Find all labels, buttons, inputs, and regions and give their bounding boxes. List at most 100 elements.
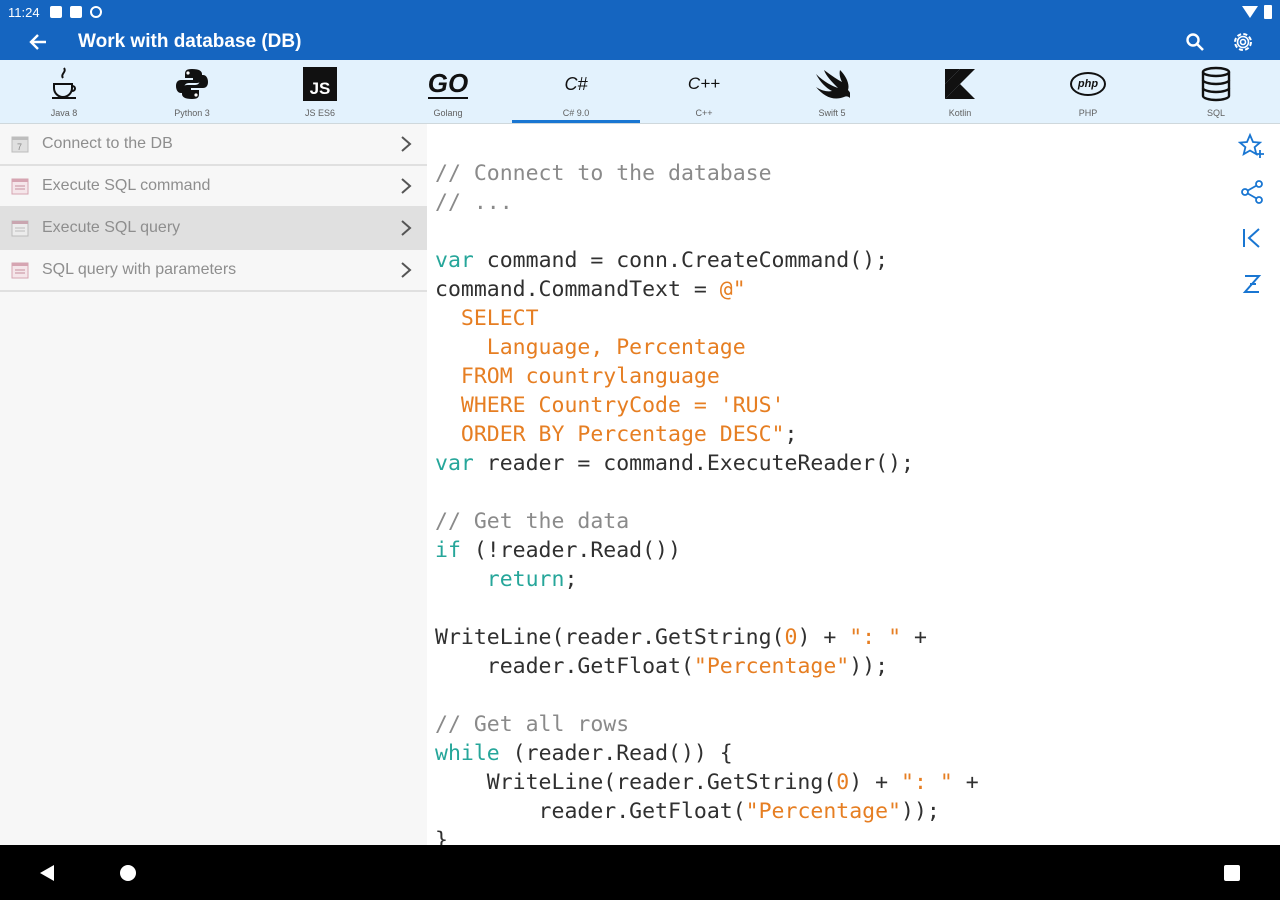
chevron-right-icon <box>395 259 417 281</box>
topic-label: Connect to the DB <box>42 135 173 152</box>
status-bar: 11:24 <box>0 0 1280 24</box>
cpp-logo-icon: C++ <box>687 74 721 93</box>
python-logo-icon <box>172 64 212 104</box>
chevron-right-icon <box>395 175 417 197</box>
sort-button[interactable] <box>1236 268 1268 300</box>
code-text: reader.GetFloat( <box>435 799 746 824</box>
tab-python[interactable]: Python 3 <box>128 60 256 123</box>
php-logo-icon: php <box>1068 64 1108 104</box>
wifi-icon <box>1242 6 1258 18</box>
topic-item-connect[interactable]: 7 Connect to the DB <box>0 124 427 166</box>
favorite-button[interactable] <box>1236 130 1268 162</box>
code-text: reader = command.ExecuteReader(); <box>473 451 914 476</box>
code-comment: // Get all rows <box>435 712 630 737</box>
tab-label: Kotlin <box>948 108 972 118</box>
tab-kotlin[interactable]: Kotlin <box>896 60 1024 123</box>
language-tabs: Java 8 Python 3 JS JS ES6 GO Golang C# C… <box>0 60 1280 124</box>
code-string: "Percentage" <box>693 654 850 679</box>
search-icon <box>1186 33 1204 51</box>
code-line: var command = conn.CreateCommand(); <box>435 246 1225 275</box>
sd-card-icon <box>69 6 82 18</box>
topic-label: Execute SQL query <box>42 219 181 236</box>
code-text: command.CommandText = <box>435 277 720 302</box>
tab-label: C++ <box>695 108 713 118</box>
chevron-right-icon <box>395 217 417 239</box>
code-string: ORDER BY Percentage DESC" <box>435 422 785 447</box>
code-line: FROM countrylanguage <box>435 362 1225 391</box>
calendar-icon <box>10 176 30 196</box>
nav-back-button[interactable] <box>40 865 54 881</box>
search-button[interactable] <box>1180 27 1210 57</box>
star-add-icon <box>1238 132 1264 158</box>
tab-swift[interactable]: Swift 5 <box>768 60 896 123</box>
code-line: // Get all rows <box>435 710 1225 739</box>
code-line: ORDER BY Percentage DESC"; <box>435 420 1225 449</box>
code-text: (reader.Read()) { <box>499 741 733 766</box>
code-string: @" <box>719 277 746 302</box>
topic-item-execute-command[interactable]: Execute SQL command <box>0 166 427 208</box>
code-line: Language, Percentage <box>435 333 1225 362</box>
code-text: )); <box>849 654 889 679</box>
tab-golang[interactable]: GO Golang <box>384 60 512 123</box>
app-bar: Work with database (DB) <box>0 24 1280 60</box>
topic-list: 7 Connect to the DB Execute SQL command … <box>0 124 427 845</box>
calendar-icon <box>10 218 30 238</box>
status-time: 11:24 <box>8 4 40 20</box>
code-line: command.CommandText = @" <box>435 275 1225 304</box>
tab-js[interactable]: JS JS ES6 <box>256 60 384 123</box>
tab-php[interactable]: php PHP <box>1024 60 1152 123</box>
code-text: )); <box>901 799 940 824</box>
topic-label: SQL query with parameters <box>42 261 237 278</box>
code-text: WriteLine(reader.GetString( <box>435 625 785 650</box>
code-text: + <box>952 770 979 795</box>
tab-label: PHP <box>1078 108 1098 118</box>
tab-csharp[interactable]: C# C# 9.0 <box>512 60 640 123</box>
code-line: return; <box>435 565 1225 594</box>
code-string: "Percentage" <box>745 799 902 824</box>
java-logo-icon <box>44 64 84 104</box>
code-text: WriteLine(reader.GetString( <box>435 770 837 795</box>
code-text: ; <box>564 567 578 592</box>
swift-logo-icon <box>812 64 852 104</box>
code-keyword: var <box>435 248 474 273</box>
topic-item-query-parameters[interactable]: SQL query with parameters <box>0 250 427 292</box>
share-button[interactable] <box>1236 176 1268 208</box>
code-line: var reader = command.ExecuteReader(); <box>435 449 1225 478</box>
compare-button[interactable] <box>1236 222 1268 254</box>
code-text: reader.GetFloat( <box>435 654 694 679</box>
code-view: // Connect to the database // ... var comm… <box>435 130 1225 884</box>
code-number: 0 <box>784 625 798 650</box>
code-line: reader.GetFloat("Percentage")); <box>435 797 1225 826</box>
code-text: ) + <box>849 770 902 795</box>
settings-button[interactable] <box>1228 27 1258 57</box>
arrow-left-icon <box>29 34 46 50</box>
collapse-left-icon <box>1243 228 1260 248</box>
back-button[interactable] <box>20 24 56 60</box>
code-keyword: while <box>435 741 500 766</box>
code-string: ": " <box>901 770 953 795</box>
code-text: ; <box>784 422 798 447</box>
code-keyword: var <box>435 451 474 476</box>
tab-label: SQL <box>1206 108 1225 118</box>
kotlin-logo-icon <box>940 64 980 104</box>
code-line: // Connect to the database <box>435 159 1225 188</box>
nav-recents-button[interactable] <box>1224 865 1240 881</box>
code-string: FROM countrylanguage <box>435 364 720 389</box>
tab-sql[interactable]: SQL <box>1152 60 1280 123</box>
code-line: // Get the data <box>435 507 1225 536</box>
nav-home-button[interactable] <box>120 865 136 881</box>
code-line: // ... <box>435 188 1225 217</box>
code-string: SELECT <box>435 306 539 331</box>
js-logo-icon: JS <box>300 64 340 104</box>
code-comment: // Get the data <box>435 509 630 534</box>
code-line: reader.GetFloat("Percentage")); <box>435 652 1225 681</box>
tab-cpp[interactable]: C++ C++ <box>640 60 768 123</box>
topic-item-execute-query[interactable]: Execute SQL query <box>0 208 427 250</box>
tab-label: Swift 5 <box>818 108 846 118</box>
tab-java[interactable]: Java 8 <box>0 60 128 123</box>
tab-label: Golang <box>433 108 463 118</box>
